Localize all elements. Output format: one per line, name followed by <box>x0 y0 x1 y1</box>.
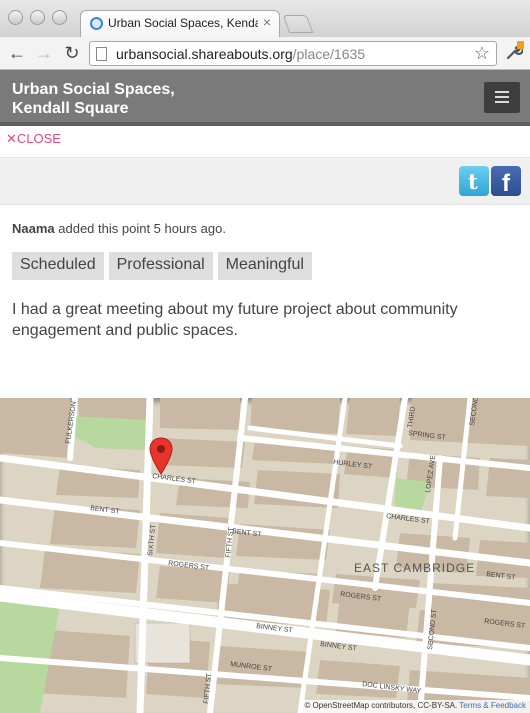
author-name: Naama <box>12 221 55 236</box>
byline: Naama added this point 5 hours ago. <box>12 221 226 236</box>
url-host: urbansocial.shareabouts.org <box>116 46 293 62</box>
facebook-share-button[interactable]: f <box>491 166 521 197</box>
update-badge-icon <box>517 41 524 49</box>
close-label: CLOSE <box>16 131 61 146</box>
close-window-button[interactable] <box>8 10 23 25</box>
site-title[interactable]: Urban Social Spaces, Kendall Square <box>12 80 292 118</box>
tag: Meaningful <box>217 252 312 280</box>
close-icon: ✕ <box>6 131 17 146</box>
app-header: Urban Social Spaces, Kendall Square <box>0 70 530 126</box>
url-path: /place/1635 <box>292 46 366 62</box>
facebook-icon: f <box>502 170 510 197</box>
tag: Scheduled <box>12 252 104 280</box>
address-bar[interactable]: urbansocial.shareabouts.org/place/1635 ☆ <box>89 41 497 66</box>
map-attribution: © OpenStreetMap contributors, CC-BY-SA. … <box>300 700 530 713</box>
favicon-icon <box>90 17 103 30</box>
site-title-line2: Kendall Square <box>12 100 129 117</box>
url-text[interactable]: urbansocial.shareabouts.org/place/1635 <box>116 46 365 62</box>
page-icon <box>96 47 107 61</box>
menu-button[interactable] <box>484 82 520 113</box>
hamburger-icon <box>495 91 509 93</box>
tab-title: Urban Social Spaces, Kendall <box>108 16 258 30</box>
back-icon[interactable]: ← <box>6 42 28 64</box>
browser-tabstrip: Urban Social Spaces, Kendall × <box>0 0 530 37</box>
hamburger-icon-bar <box>495 96 509 98</box>
tag-list: Scheduled Professional Meaningful <box>12 252 312 280</box>
tab-close-icon[interactable]: × <box>263 14 271 30</box>
zoom-window-button[interactable] <box>52 10 67 25</box>
browser-tab[interactable]: Urban Social Spaces, Kendall × <box>80 10 280 37</box>
minimize-window-button[interactable] <box>30 10 45 25</box>
site-title-line1: Urban Social Spaces, <box>12 81 175 98</box>
new-tab-button[interactable] <box>282 15 314 33</box>
added-text: added this point 5 hours ago. <box>58 221 226 236</box>
terms-feedback-link[interactable]: Terms & Feedback <box>459 701 526 710</box>
close-link[interactable]: ✕CLOSE <box>6 131 61 147</box>
map[interactable]: FULKERSON THIRD SECOND ST SPRING ST HURL… <box>0 398 530 713</box>
hamburger-icon-bar <box>495 101 509 103</box>
reload-icon[interactable]: ↻ <box>61 42 83 64</box>
map-tiles: FULKERSON THIRD SECOND ST SPRING ST HURL… <box>0 398 530 713</box>
attribution-text: © OpenStreetMap contributors, CC-BY-SA. <box>304 701 458 710</box>
share-bar: t f <box>0 157 530 205</box>
twitter-icon: t <box>468 169 478 194</box>
forward-icon[interactable]: → <box>33 42 55 64</box>
bookmark-star-icon[interactable]: ☆ <box>474 43 490 64</box>
browser-toolbar: ← → ↻ urbansocial.shareabouts.org/place/… <box>0 37 530 70</box>
tag: Professional <box>108 252 213 280</box>
map-area-label: EAST CAMBRIDGE <box>354 561 475 575</box>
twitter-share-button[interactable]: t <box>459 166 489 196</box>
map-marker-icon[interactable] <box>149 437 173 475</box>
place-description: I had a great meeting about my future pr… <box>12 301 458 339</box>
